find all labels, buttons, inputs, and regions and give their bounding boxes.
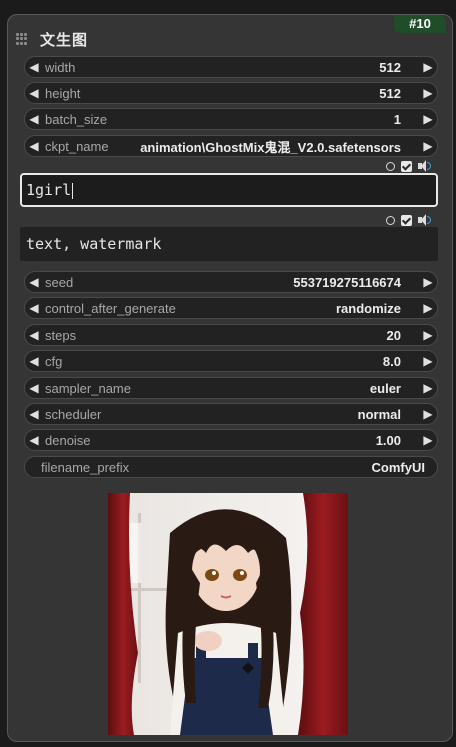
checkbox-icon[interactable] [401,160,412,172]
node-titlebar[interactable]: 文生图 [16,27,88,51]
decrement-arrow-icon[interactable]: ◀ [25,301,43,315]
widget-value[interactable]: normal [101,407,401,422]
decrement-arrow-icon[interactable]: ◀ [25,60,43,74]
decrement-arrow-icon[interactable]: ◀ [25,381,43,395]
widget-label: sampler_name [45,380,131,396]
widget-value[interactable]: 1.00 [91,433,401,448]
increment-arrow-icon[interactable]: ▶ [419,139,437,153]
generated-image [108,493,348,735]
increment-arrow-icon[interactable]: ▶ [419,433,437,447]
widget-label: batch_size [45,111,108,127]
steps-widget[interactable]: ◀ steps 20 ▶ [24,324,438,346]
cfg-widget[interactable]: ◀ cfg 8.0 ▶ [24,350,438,372]
widget-label: ckpt_name [45,138,109,154]
increment-arrow-icon[interactable]: ▶ [419,86,437,100]
widget-label: steps [45,327,77,343]
increment-arrow-icon[interactable]: ▶ [419,60,437,74]
text-cursor [72,182,74,199]
generated-image-preview[interactable] [108,493,348,735]
decrement-arrow-icon[interactable]: ◀ [25,433,43,447]
sampler-name-widget[interactable]: ◀ sampler_name euler ▶ [24,377,438,399]
widget-value[interactable]: ComfyUI [129,460,425,475]
widget-label: seed [45,274,74,290]
scheduler-widget[interactable]: ◀ scheduler normal ▶ [24,403,438,425]
circle-icon[interactable] [386,161,395,171]
widget-value[interactable]: 553719275116674 [73,275,401,290]
increment-arrow-icon[interactable]: ▶ [419,328,437,342]
textbox-toolbar [386,160,431,172]
decrement-arrow-icon[interactable]: ◀ [25,139,43,153]
widget-value[interactable]: euler [131,381,401,396]
widget-value[interactable]: 512 [80,86,401,101]
speaker-icon[interactable] [418,160,431,172]
decrement-arrow-icon[interactable]: ◀ [25,86,43,100]
decrement-arrow-icon[interactable]: ◀ [25,354,43,368]
decrement-arrow-icon[interactable]: ◀ [25,407,43,421]
increment-arrow-icon[interactable]: ▶ [419,381,437,395]
increment-arrow-icon[interactable]: ▶ [419,354,437,368]
height-widget[interactable]: ◀ height 512 ▶ [24,82,438,104]
checkbox-icon[interactable] [401,214,412,226]
batch-size-widget[interactable]: ◀ batch_size 1 ▶ [24,108,438,130]
node-title: 文生图 [40,31,89,49]
widget-label: scheduler [45,406,102,422]
node-panel: #10 文生图 ◀ width 512 ▶ ◀ height 512 ▶ ◀ b… [7,14,453,742]
ckpt-name-widget[interactable]: ◀ ckpt_name animation\GhostMix鬼混_V2.0.sa… [24,135,438,157]
widget-value[interactable]: 20 [76,328,401,343]
control-after-generate-widget[interactable]: ◀ control_after_generate randomize ▶ [24,297,438,319]
seed-widget[interactable]: ◀ seed 553719275116674 ▶ [24,271,438,293]
increment-arrow-icon[interactable]: ▶ [419,275,437,289]
widget-label: denoise [45,432,91,448]
width-widget[interactable]: ◀ width 512 ▶ [24,56,438,78]
widget-label: width [45,59,76,75]
positive-prompt-text: 1girl [26,181,72,199]
widget-label: height [45,85,81,101]
widget-value[interactable]: 1 [107,112,401,127]
positive-prompt-textarea[interactable]: 1girl [20,173,438,207]
widget-label: filename_prefix [41,459,130,475]
widget-label: cfg [45,353,63,369]
decrement-arrow-icon[interactable]: ◀ [25,328,43,342]
increment-arrow-icon[interactable]: ▶ [419,301,437,315]
node-id-badge: #10 [394,15,446,33]
widget-value[interactable]: animation\GhostMix鬼混_V2.0.safetensors [109,137,401,156]
textbox-toolbar [386,214,431,226]
negative-prompt-text: text, watermark [26,235,162,253]
negative-prompt-textarea[interactable]: text, watermark [20,227,438,261]
denoise-widget[interactable]: ◀ denoise 1.00 ▶ [24,429,438,451]
decrement-arrow-icon[interactable]: ◀ [25,112,43,126]
circle-icon[interactable] [386,215,395,225]
speaker-icon[interactable] [418,214,431,226]
widget-value[interactable]: 512 [75,60,401,75]
increment-arrow-icon[interactable]: ▶ [419,112,437,126]
drag-grip-icon[interactable] [16,33,28,45]
widget-value[interactable]: 8.0 [62,354,401,369]
filename-prefix-widget[interactable]: filename_prefix ComfyUI [24,456,438,478]
decrement-arrow-icon[interactable]: ◀ [25,275,43,289]
increment-arrow-icon[interactable]: ▶ [419,407,437,421]
widget-label: control_after_generate [45,300,176,316]
widget-value[interactable]: randomize [176,301,401,316]
